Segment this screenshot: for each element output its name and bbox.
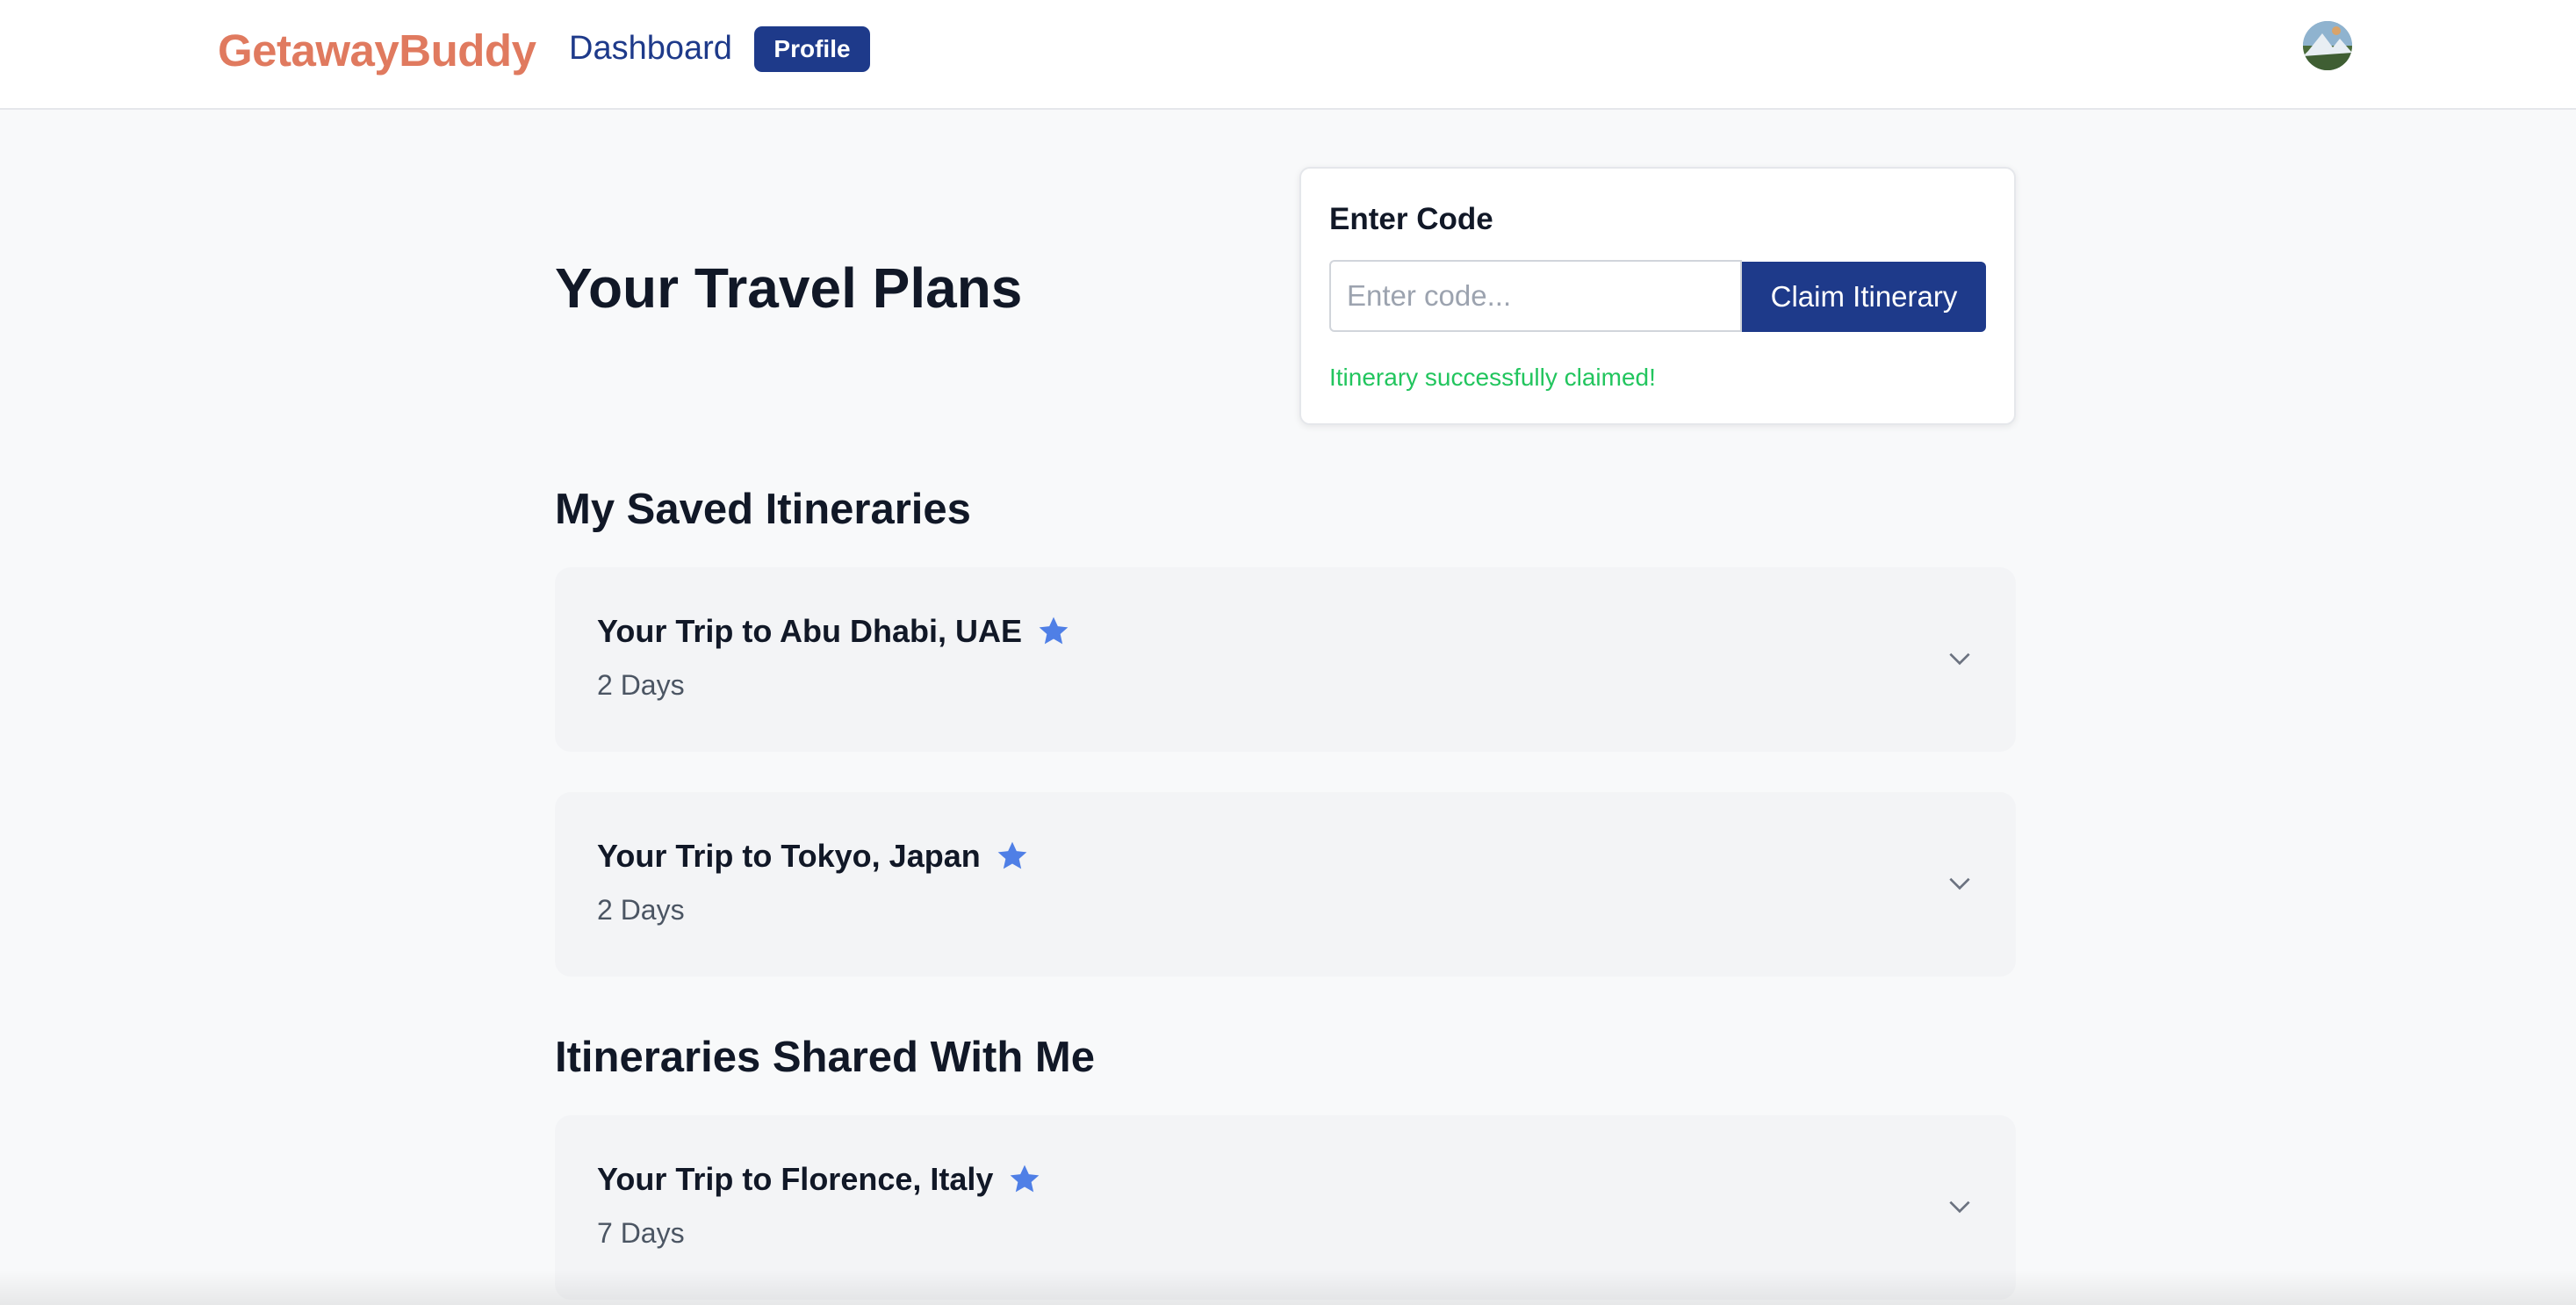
shared-itinerary-card[interactable]: Your Trip to Florence, Italy 7 Days — [555, 1115, 2016, 1300]
trip-days: 7 Days — [597, 1217, 685, 1249]
trip-title: Your Trip to Florence, Italy — [597, 1161, 994, 1197]
chevron-down-icon[interactable] — [1946, 869, 1974, 898]
brand-logo[interactable]: GetawayBuddy — [218, 25, 536, 76]
avatar-image-icon — [2303, 21, 2352, 70]
enter-code-title: Enter Code — [1329, 202, 1493, 236]
avatar[interactable] — [2303, 21, 2352, 70]
page-title: Your Travel Plans — [555, 256, 1023, 320]
trip-days: 2 Days — [597, 669, 685, 701]
saved-itinerary-card[interactable]: Your Trip to Abu Dhabi, UAE 2 Days — [555, 567, 2016, 752]
trip-days: 2 Days — [597, 894, 685, 926]
chevron-down-icon[interactable] — [1946, 645, 1974, 673]
trip-title-row: Your Trip to Florence, Italy — [597, 1161, 1042, 1198]
star-icon[interactable] — [1007, 1162, 1042, 1197]
code-input[interactable] — [1329, 260, 1742, 332]
trip-title: Your Trip to Abu Dhabi, UAE — [597, 613, 1022, 649]
star-icon[interactable] — [995, 839, 1030, 874]
trip-title-row: Your Trip to Tokyo, Japan — [597, 838, 1030, 875]
saved-itinerary-card[interactable]: Your Trip to Tokyo, Japan 2 Days — [555, 792, 2016, 977]
claim-itinerary-button[interactable]: Claim Itinerary — [1742, 262, 1986, 332]
top-navbar: GetawayBuddy Dashboard Profile — [0, 0, 2576, 110]
shared-itineraries-heading: Itineraries Shared With Me — [555, 1034, 1095, 1081]
enter-code-card: Enter Code Claim Itinerary Itinerary suc… — [1299, 167, 2016, 425]
trip-title: Your Trip to Tokyo, Japan — [597, 838, 981, 874]
nav-profile-button[interactable]: Profile — [754, 26, 870, 72]
star-icon[interactable] — [1036, 614, 1071, 649]
trip-title-row: Your Trip to Abu Dhabi, UAE — [597, 613, 1071, 650]
success-message: Itinerary successfully claimed! — [1329, 364, 1656, 391]
saved-itineraries-heading: My Saved Itineraries — [555, 486, 971, 533]
chevron-down-icon[interactable] — [1946, 1193, 1974, 1221]
nav-dashboard-link[interactable]: Dashboard — [569, 30, 732, 68]
